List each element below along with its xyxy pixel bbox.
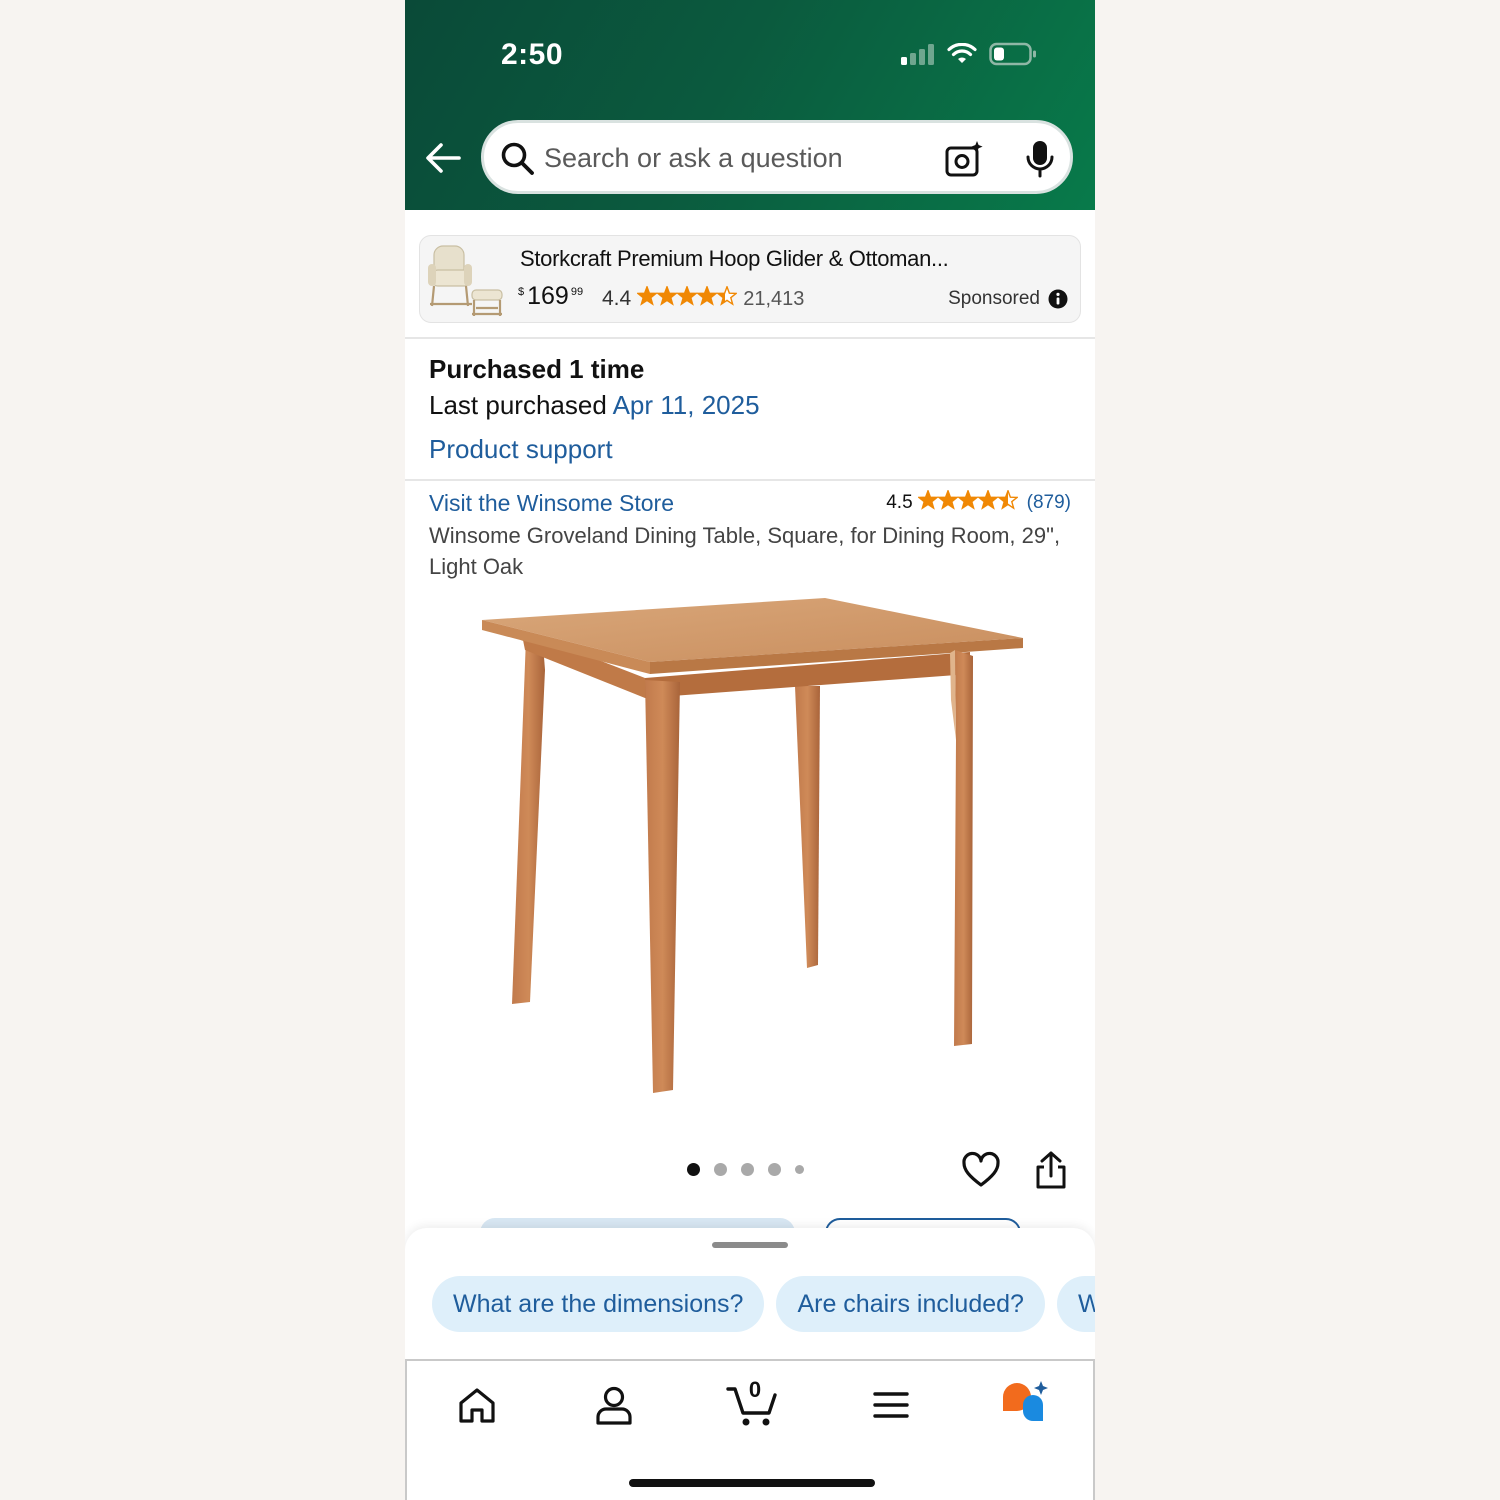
wishlist-button[interactable] <box>961 1150 1001 1195</box>
product-title: Winsome Groveland Dining Table, Square, … <box>429 523 1061 579</box>
suggestion-chip[interactable]: Are chairs included? <box>776 1276 1045 1332</box>
menu-icon[interactable] <box>869 1383 913 1427</box>
cart-button[interactable]: 0 <box>725 1377 781 1429</box>
wifi-icon <box>947 43 977 63</box>
sponsored-label[interactable]: Sponsored <box>948 288 1068 310</box>
section-divider <box>405 479 1095 481</box>
ad-rating-value: 4.4 <box>602 287 632 310</box>
last-purchased: Last purchased Apr 11, 2025 <box>429 390 760 421</box>
ad-title: Storkcraft Premium Hoop Glider & Ottoman… <box>520 246 949 271</box>
suggestion-sheet: What are the dimensions? Are chairs incl… <box>405 1228 1095 1360</box>
carousel-dot[interactable] <box>714 1163 727 1176</box>
sponsored-ad-banner[interactable]: Storkcraft Premium Hoop Glider & Ottoman… <box>419 235 1081 323</box>
star-icon <box>636 284 659 306</box>
bottom-tab-bar: 0 <box>405 1359 1095 1500</box>
product-support-link[interactable]: Product support <box>429 434 613 465</box>
ad-review-count: 21,413 <box>743 287 805 310</box>
carousel-dot[interactable] <box>687 1163 700 1176</box>
back-button[interactable] <box>423 138 467 178</box>
ad-star-rating-icon <box>636 284 739 312</box>
star-icon <box>916 488 939 510</box>
status-time: 2:50 <box>501 38 564 71</box>
account-icon[interactable] <box>592 1383 636 1427</box>
product-rating[interactable]: 4.5 (879) <box>886 488 1071 516</box>
rufus-ai-icon[interactable] <box>999 1379 1049 1429</box>
sheet-grabber[interactable] <box>712 1242 788 1248</box>
star-icon <box>676 284 699 306</box>
price-currency: $ <box>518 286 525 298</box>
star-icon <box>956 488 979 510</box>
microphone-icon[interactable] <box>1024 139 1056 179</box>
status-icons <box>901 42 1037 66</box>
product-star-rating-icon <box>916 488 1019 516</box>
image-carousel-dots[interactable] <box>687 1163 804 1176</box>
signal-icon <box>901 44 934 65</box>
share-icon <box>1036 1151 1066 1189</box>
star-icon <box>996 488 1019 510</box>
price-fraction: 99 <box>570 286 584 298</box>
product-image-dining-table[interactable] <box>475 590 1035 1110</box>
battery-icon <box>989 42 1036 66</box>
price-whole: 169 <box>527 282 569 310</box>
camera-search-icon[interactable] <box>944 139 984 179</box>
back-arrow-icon <box>426 143 461 173</box>
home-indicator <box>629 1479 875 1487</box>
star-icon <box>976 488 999 510</box>
last-purchased-label: Last purchased <box>429 390 607 420</box>
star-icon <box>716 284 739 306</box>
app-screen: 2:50 Search or ask a question Storkcraft… <box>405 0 1095 1500</box>
product-rating-value: 4.5 <box>886 492 913 513</box>
home-icon[interactable] <box>455 1383 499 1427</box>
search-icon <box>501 142 534 175</box>
store-link[interactable]: Visit the Winsome Store <box>429 490 674 517</box>
ad-rating: 4.4 21,413 <box>602 284 805 312</box>
suggestion-chips: What are the dimensions? Are chairs incl… <box>432 1276 1095 1332</box>
product-review-count: (879) <box>1026 492 1071 513</box>
carousel-dot[interactable] <box>795 1165 804 1174</box>
carousel-dot[interactable] <box>741 1163 754 1176</box>
glider-chair-thumbnail <box>428 245 503 316</box>
section-divider <box>405 337 1095 339</box>
last-purchased-date-link[interactable]: Apr 11, 2025 <box>613 390 760 420</box>
info-icon <box>1048 289 1068 309</box>
star-icon <box>936 488 959 510</box>
header-bar: 2:50 <box>405 0 1095 210</box>
purchase-count: Purchased 1 time <box>429 354 645 384</box>
cart-count: 0 <box>748 1377 762 1402</box>
search-bar[interactable] <box>481 120 1073 194</box>
search-input[interactable] <box>544 137 884 179</box>
carousel-dot[interactable] <box>768 1163 781 1176</box>
suggestion-chip[interactable]: What are the dimensions? <box>432 1276 765 1332</box>
ad-price: $ 169 99 <box>518 282 583 311</box>
heart-icon <box>962 1151 1000 1187</box>
sponsored-text: Sponsored <box>948 288 1040 309</box>
share-button[interactable] <box>1033 1150 1069 1195</box>
star-icon <box>696 284 719 306</box>
suggestion-chip[interactable]: W <box>1056 1276 1095 1332</box>
star-icon <box>656 284 679 306</box>
